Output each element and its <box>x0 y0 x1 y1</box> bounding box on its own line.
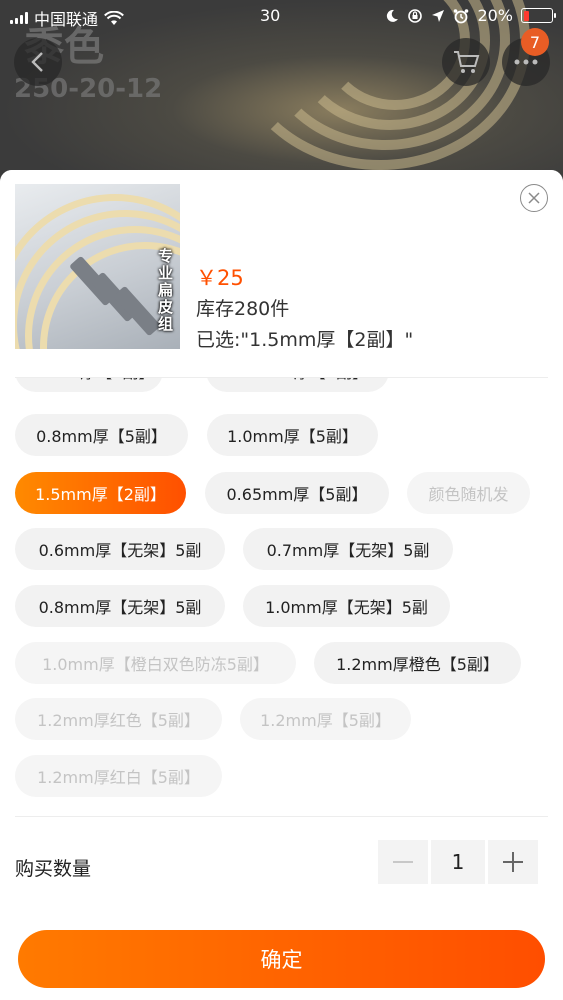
more-icon <box>514 59 538 65</box>
sku-selector-sheet: 专业扁皮组 ￥25 库存280件 已选:"1.5mm厚【2副】" 0.7mm厚【… <box>0 170 563 1000</box>
decrease-button[interactable] <box>378 840 428 884</box>
option-chip[interactable]: 0.6mm厚【无架】5副 <box>15 528 225 570</box>
quantity-stepper: 1 <box>378 840 538 884</box>
option-label: 0.8mm厚【无架】5副 <box>38 598 202 617</box>
plus-icon <box>503 852 523 872</box>
increase-button[interactable] <box>488 840 538 884</box>
option-chip-disabled: 1.0mm厚【橙白双色防冻5副】 <box>15 642 296 684</box>
selected-option-text: 已选:"1.5mm厚【2副】" <box>196 329 414 351</box>
option-chip[interactable]: 0.8mm厚【无架】5副 <box>15 585 225 627</box>
option-label: 1.2mm厚【5副】 <box>260 711 391 730</box>
thumbnail-caption: 专业扁皮组 <box>158 247 174 333</box>
alarm-icon <box>454 8 469 23</box>
option-chip[interactable]: 1.2mm厚橙色【5副】 <box>314 642 521 684</box>
option-label: 1.0mm厚【无架】5副 <box>265 598 428 617</box>
location-icon <box>432 9 445 22</box>
option-label: 1.2mm厚橙色【5副】 <box>336 655 499 674</box>
option-label: 1.0mm厚【橙白双色防冻5副】 <box>42 655 269 674</box>
signal-icon <box>10 12 28 24</box>
cart-icon <box>454 51 480 73</box>
option-label: 0.8mm厚【5副】 <box>36 427 167 446</box>
option-chip[interactable]: 0.7mm厚【无架】5副 <box>243 528 453 570</box>
status-time: 30 <box>260 6 281 25</box>
carrier-name: 中国联通 <box>34 10 99 29</box>
option-label: 0.7mm厚【无架】5副 <box>266 541 430 560</box>
battery-icon <box>521 8 556 23</box>
option-chip-selected[interactable]: 1.5mm厚【2副】 <box>15 472 186 514</box>
header-divider <box>15 377 548 378</box>
cart-count-badge: 7 <box>521 28 549 56</box>
rotation-lock-icon <box>408 8 423 23</box>
option-label: 1.5mm厚【2副】 <box>35 485 166 504</box>
back-button[interactable] <box>14 38 62 86</box>
quantity-label: 购买数量 <box>15 858 92 880</box>
minus-icon <box>393 861 413 863</box>
chevron-left-icon <box>31 52 43 72</box>
quantity-value[interactable]: 1 <box>431 840 485 884</box>
option-label: 0.6mm厚【无架】5副 <box>38 541 202 560</box>
option-label: 1.0mm厚【5副】 <box>227 427 358 446</box>
product-thumbnail: 专业扁皮组 <box>15 184 180 349</box>
wifi-icon <box>104 10 124 25</box>
status-bar: 中国联通 30 20% <box>0 0 563 32</box>
battery-percent: 20% <box>477 6 513 25</box>
option-chip[interactable]: 1.0mm厚【无架】5副 <box>243 585 450 627</box>
close-button[interactable] <box>520 184 548 212</box>
option-chip[interactable]: 0.65mm厚【5副】 <box>205 472 389 514</box>
option-chip-disabled: 1.2mm厚红色【5副】 <box>15 698 222 740</box>
quantity-divider <box>15 816 548 817</box>
option-chip[interactable]: 0.8mm厚【5副】 <box>15 414 188 456</box>
moon-icon <box>387 9 399 22</box>
option-chip-disabled: 1.2mm厚红白【5副】 <box>15 755 222 797</box>
option-chip-disabled: 1.2mm厚【5副】 <box>240 698 411 740</box>
option-label: 颜色随机发 <box>428 485 509 504</box>
option-chip[interactable]: 1.0mm厚【5副】 <box>207 414 378 456</box>
stock-count: 库存280件 <box>196 298 290 320</box>
option-label: 1.2mm厚红白【5副】 <box>37 768 200 787</box>
option-chip-disabled: 颜色随机发 <box>407 472 530 514</box>
confirm-button[interactable]: 确定 <box>18 930 545 988</box>
option-label: 0.65mm厚【5副】 <box>226 485 368 504</box>
product-price: ￥25 <box>196 266 244 290</box>
confirm-label: 确定 <box>260 948 303 972</box>
sheet-header: 专业扁皮组 ￥25 库存280件 已选:"1.5mm厚【2副】" <box>0 170 563 378</box>
option-label: 1.2mm厚红色【5副】 <box>37 711 200 730</box>
close-icon <box>528 192 540 204</box>
cart-button[interactable] <box>442 38 490 86</box>
